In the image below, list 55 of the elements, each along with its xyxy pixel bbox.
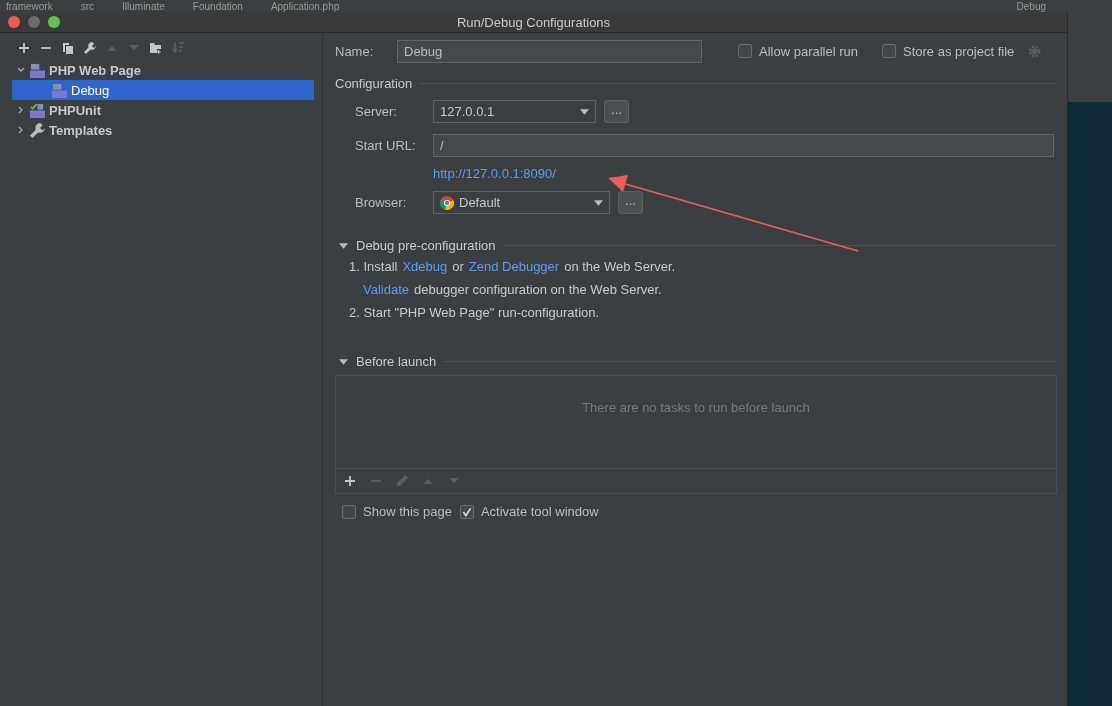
instruction-text: 1. Install	[349, 259, 398, 274]
php-test-icon	[30, 102, 45, 118]
option-checkbox[interactable]: Store as project file	[882, 43, 1015, 59]
server-label: Server:	[355, 104, 398, 119]
name-field[interactable]: Debug	[397, 39, 702, 63]
add-icon[interactable]	[344, 475, 356, 487]
add-icon[interactable]	[18, 42, 30, 54]
browser-logo-icon	[440, 195, 454, 210]
browse-button[interactable]: ...	[604, 100, 629, 123]
option-checkbox[interactable]: Show this page	[342, 504, 452, 519]
instruction-text: on the Web Server.	[564, 259, 676, 274]
copy-icon[interactable]	[62, 42, 74, 54]
breadcrumb[interactable]: Illuminate	[122, 0, 165, 12]
wrench-icon[interactable]	[84, 42, 96, 54]
option-checkbox[interactable]: Activate tool window	[459, 504, 599, 519]
browser-dropdown[interactable]: Default	[433, 191, 610, 214]
start-url-label: Start URL:	[355, 138, 417, 153]
run-config-dropdown[interactable]: Debug	[1016, 0, 1046, 12]
folder-add-icon[interactable]	[150, 42, 162, 54]
breadcrumb[interactable]: src	[80, 0, 95, 12]
window-title: Run/Debug Configurations	[456, 14, 611, 30]
empty-message: There are no tasks to run before launch	[582, 399, 810, 415]
tree-item[interactable]: Debug	[12, 80, 314, 100]
browser-label: Browser:	[355, 195, 408, 210]
name-label: Name:	[335, 43, 375, 59]
breadcrumb[interactable]: framework	[6, 0, 53, 12]
close-button[interactable]	[8, 16, 20, 28]
server-dropdown[interactable]: 127.0.0.1	[433, 100, 596, 123]
php-file-icon	[30, 62, 45, 78]
url-link[interactable]: http://127.0.0.1:8090/	[433, 166, 556, 181]
instruction-text: or	[452, 259, 464, 274]
section-title: Configuration	[335, 76, 413, 91]
caret-icon	[580, 108, 589, 115]
browse-button[interactable]: ...	[618, 191, 643, 214]
tree-item[interactable]: PHP Web Page	[12, 60, 314, 80]
section-title: Debug pre-configuration	[356, 238, 496, 253]
collapse-icon[interactable]	[339, 358, 348, 365]
start-url-field[interactable]: /	[433, 134, 1054, 157]
wrench-icon	[30, 122, 45, 138]
link[interactable]: Validate	[363, 282, 409, 297]
section-title: Before launch	[356, 354, 437, 369]
link[interactable]: Xdebug	[402, 259, 448, 274]
checkmark-icon	[460, 505, 473, 518]
link[interactable]: Zend Debugger	[468, 259, 560, 274]
instruction-text: 2. Start "PHP Web Page" run-configuration.	[349, 305, 600, 320]
instruction-text: debugger configuration on the Web Server.	[414, 282, 662, 297]
tree-item[interactable]: PHPUnit	[12, 100, 314, 120]
caret-icon	[594, 199, 603, 206]
option-checkbox[interactable]: Allow parallel run	[738, 43, 858, 59]
php-file-icon	[52, 82, 67, 98]
zoom-button[interactable]	[48, 16, 60, 28]
breadcrumb[interactable]: Foundation	[192, 0, 243, 12]
tree-item[interactable]: Templates	[12, 120, 314, 140]
collapse-icon[interactable]	[339, 242, 348, 249]
breadcrumb[interactable]: Application.php	[270, 0, 340, 12]
